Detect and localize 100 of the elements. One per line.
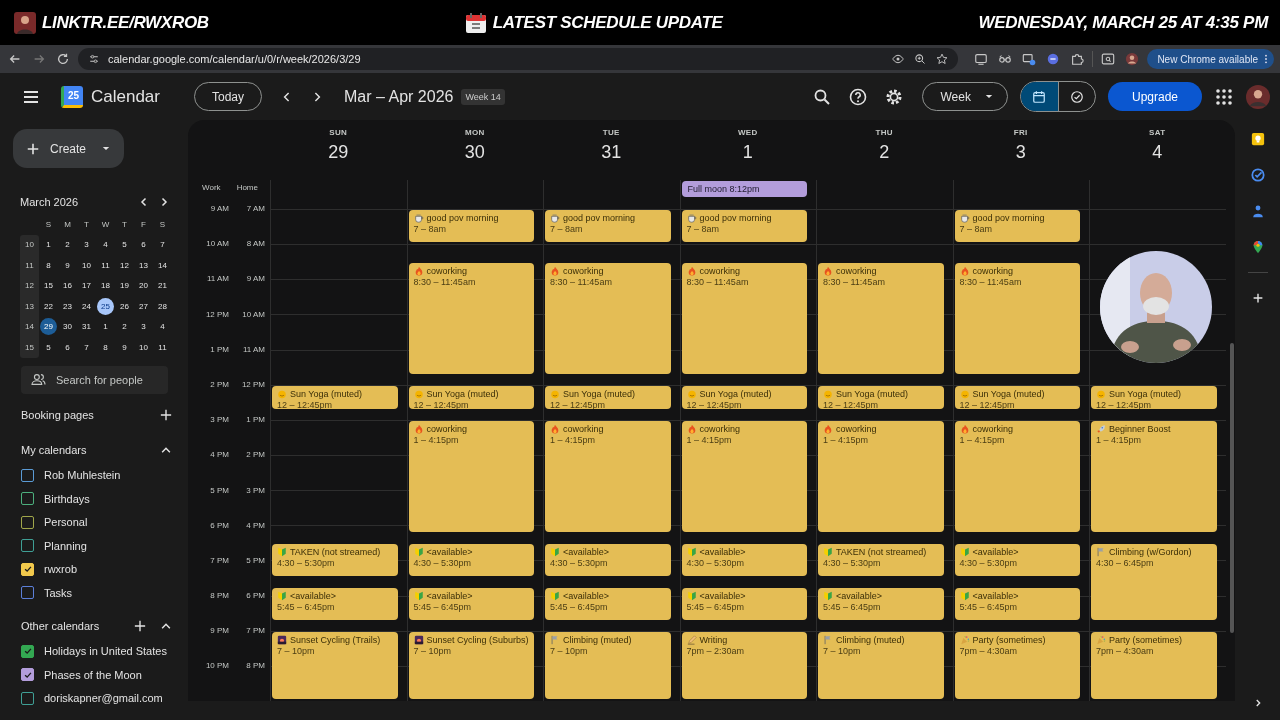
calendar-event[interactable]: Sun Yoga (muted) 12 – 12:45pm xyxy=(1091,385,1217,409)
calendar-event[interactable]: Writing 7pm – 2:30am xyxy=(681,631,807,699)
calendar-name[interactable]: Tasks xyxy=(44,586,73,599)
person-icon[interactable] xyxy=(1250,204,1265,218)
calendar-event[interactable]: good pov morning 7 – 8am xyxy=(408,210,534,243)
check-circle-icon[interactable] xyxy=(1250,168,1265,182)
mini-calendar-day[interactable]: 21 xyxy=(154,277,171,295)
calendar-event[interactable]: coworking 1 – 4:15pm xyxy=(408,420,534,532)
add-icon[interactable] xyxy=(159,407,173,422)
mini-calendar-day[interactable]: 28 xyxy=(154,297,171,315)
mini-calendar-day[interactable]: 1 xyxy=(97,318,114,336)
calendar-checkbox[interactable] xyxy=(21,492,34,506)
calendar-event[interactable]: coworking 8:30 – 11:45am xyxy=(408,262,534,374)
calendar-event[interactable]: coworking 8:30 – 11:45am xyxy=(954,262,1080,374)
address-bar[interactable]: calendar.google.com/calendar/u/0/r/week/2026/3/29 xyxy=(78,48,959,70)
calendar-event[interactable]: coworking 1 – 4:15pm xyxy=(818,420,944,532)
calendar-event[interactable]: <available> 5:45 – 6:45pm xyxy=(681,587,807,620)
new-chrome-button[interactable]: New Chrome available xyxy=(1147,49,1274,69)
mini-calendar-day[interactable]: 13 xyxy=(135,256,152,274)
calendar-event[interactable]: Party (sometimes) 7pm – 4:30am xyxy=(954,631,1080,699)
mini-calendar-day[interactable]: 1 xyxy=(40,236,57,254)
day-number[interactable]: 30 xyxy=(464,142,485,163)
mini-calendar-day[interactable]: 20 xyxy=(135,277,152,295)
calendar-event[interactable]: Climbing (muted) 7 – 10pm xyxy=(545,631,671,699)
lightbulb-icon[interactable] xyxy=(1250,132,1265,146)
calendar-checkbox[interactable] xyxy=(21,562,34,576)
mini-calendar-day[interactable]: 24 xyxy=(78,297,95,315)
mini-calendar-day[interactable]: 16 xyxy=(59,277,76,295)
day-number[interactable]: 3 xyxy=(1015,142,1026,163)
calendar-checkbox[interactable] xyxy=(21,691,34,705)
calendar-event[interactable]: <available> 4:30 – 5:30pm xyxy=(954,543,1080,576)
calendar-event[interactable]: Beginner Boost 1 – 4:15pm xyxy=(1091,420,1217,532)
mini-calendar-day[interactable]: 4 xyxy=(97,236,114,254)
calendar-event[interactable]: coworking 8:30 – 11:45am xyxy=(818,262,944,374)
calendar-name[interactable]: Phases of the Moon xyxy=(44,668,142,681)
calendar-event[interactable]: <available> 5:45 – 6:45pm xyxy=(818,587,944,620)
mini-calendar-day[interactable]: 19 xyxy=(116,277,133,295)
mini-calendar-day[interactable]: 29 xyxy=(40,318,57,336)
mini-calendar-day[interactable]: 25 xyxy=(97,297,114,315)
day-number[interactable]: 29 xyxy=(328,142,349,163)
mini-calendar-day[interactable]: 9 xyxy=(116,338,133,356)
calendar-event[interactable]: coworking 1 – 4:15pm xyxy=(545,420,671,532)
mini-calendar-day[interactable]: 27 xyxy=(135,297,152,315)
people-search-field[interactable]: Search for people xyxy=(21,365,168,394)
calendar-checkbox[interactable] xyxy=(21,586,34,600)
day-number[interactable]: 1 xyxy=(742,142,753,163)
mini-calendar-day[interactable]: 30 xyxy=(59,318,76,336)
calendar-event[interactable]: good pov morning 7 – 8am xyxy=(681,210,807,243)
calendar-event[interactable]: Sun Yoga (muted) 12 – 12:45pm xyxy=(545,385,671,409)
mini-calendar-day[interactable]: 11 xyxy=(97,256,114,274)
calendar-name[interactable]: rwxrob xyxy=(44,563,77,576)
mini-calendar-day[interactable]: 6 xyxy=(59,338,76,356)
calendar-event[interactable]: <available> 4:30 – 5:30pm xyxy=(681,543,807,576)
calendar-checkbox[interactable] xyxy=(21,515,34,529)
mini-calendar-day[interactable]: 7 xyxy=(154,236,171,254)
mini-calendar-day[interactable]: 3 xyxy=(135,318,152,336)
add-icon[interactable] xyxy=(133,618,147,633)
mini-calendar-day[interactable]: 18 xyxy=(97,277,114,295)
calendar-event[interactable]: Sun Yoga (muted) 12 – 12:45pm xyxy=(818,385,944,409)
mini-calendar-day[interactable]: 23 xyxy=(59,297,76,315)
mini-calendar-day[interactable]: 5 xyxy=(40,338,57,356)
mini-calendar-day[interactable]: 14 xyxy=(154,256,171,274)
calendar-view-toggle[interactable] xyxy=(1020,82,1058,111)
mini-calendar-day[interactable]: 22 xyxy=(40,297,57,315)
account-avatar-icon[interactable] xyxy=(1246,84,1270,109)
calendar-event[interactable]: Sun Yoga (muted) 12 – 12:45pm xyxy=(272,385,398,409)
calendar-event[interactable]: coworking 8:30 – 11:45am xyxy=(681,262,807,374)
calendar-checkbox[interactable] xyxy=(21,668,34,682)
calendar-event[interactable]: good pov morning 7 – 8am xyxy=(545,210,671,243)
calendar-event[interactable]: TAKEN (not streamed) 4:30 – 5:30pm xyxy=(818,543,944,576)
calendar-checkbox[interactable] xyxy=(21,468,34,482)
calendar-event[interactable]: Sunset Cycling (Trails) 7 – 10pm xyxy=(272,631,398,699)
mini-calendar-day[interactable]: 26 xyxy=(116,297,133,315)
mini-calendar-day[interactable]: 2 xyxy=(59,236,76,254)
create-button[interactable]: Create xyxy=(13,129,125,168)
more-icon[interactable] xyxy=(1264,54,1268,64)
calendar-event[interactable]: <available> 4:30 – 5:30pm xyxy=(545,543,671,576)
calendar-event[interactable]: Climbing (muted) 7 – 10pm xyxy=(818,631,944,699)
calendar-event[interactable]: Sunset Cycling (Suburbs) 7 – 10pm xyxy=(408,631,534,699)
mini-calendar-day[interactable]: 8 xyxy=(40,256,57,274)
calendar-event[interactable]: <available> 5:45 – 6:45pm xyxy=(272,587,398,620)
calendar-event[interactable]: <available> 4:30 – 5:30pm xyxy=(408,543,534,576)
mini-calendar-day[interactable]: 2 xyxy=(116,318,133,336)
mini-calendar-day[interactable]: 7 xyxy=(78,338,95,356)
calendar-event[interactable]: Sun Yoga (muted) 12 – 12:45pm xyxy=(408,385,534,409)
calendar-event[interactable]: <available> 5:45 – 6:45pm xyxy=(545,587,671,620)
mini-calendar-day[interactable]: 9 xyxy=(59,256,76,274)
calendar-checkbox[interactable] xyxy=(21,644,34,658)
mini-calendar-day[interactable]: 6 xyxy=(135,236,152,254)
mini-calendar-day[interactable]: 5 xyxy=(116,236,133,254)
calendar-event[interactable]: Sun Yoga (muted) 12 – 12:45pm xyxy=(681,385,807,409)
calendar-event[interactable]: Sun Yoga (muted) 12 – 12:45pm xyxy=(954,385,1080,409)
mini-calendar-day[interactable]: 11 xyxy=(154,338,171,356)
mini-calendar-day[interactable]: 3 xyxy=(78,236,95,254)
upgrade-button[interactable]: Upgrade xyxy=(1107,82,1202,111)
mini-calendar-day[interactable]: 15 xyxy=(40,277,57,295)
day-number[interactable]: 31 xyxy=(601,142,622,163)
mini-calendar-day[interactable]: 4 xyxy=(154,318,171,336)
all-day-event[interactable]: Full moon 8:12pm xyxy=(681,181,807,197)
calendar-checkbox[interactable] xyxy=(21,539,34,553)
